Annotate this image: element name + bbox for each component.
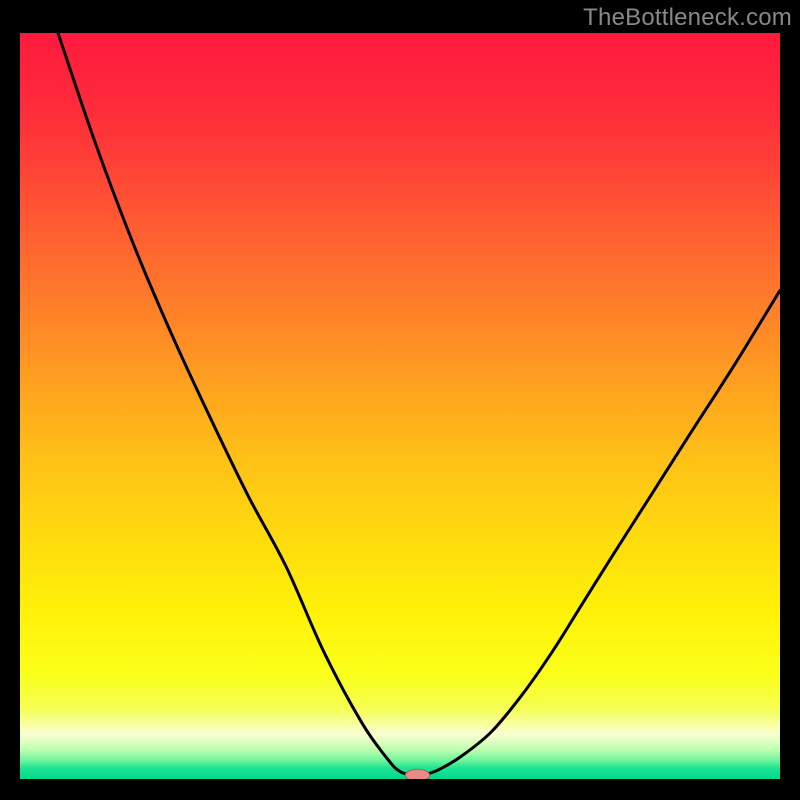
gradient-background bbox=[20, 33, 780, 779]
chart-frame: TheBottleneck.com bbox=[0, 0, 800, 800]
plot-svg bbox=[20, 33, 780, 779]
plot-area bbox=[20, 33, 780, 779]
watermark-text: TheBottleneck.com bbox=[583, 4, 792, 32]
optimal-point-marker bbox=[405, 769, 429, 779]
